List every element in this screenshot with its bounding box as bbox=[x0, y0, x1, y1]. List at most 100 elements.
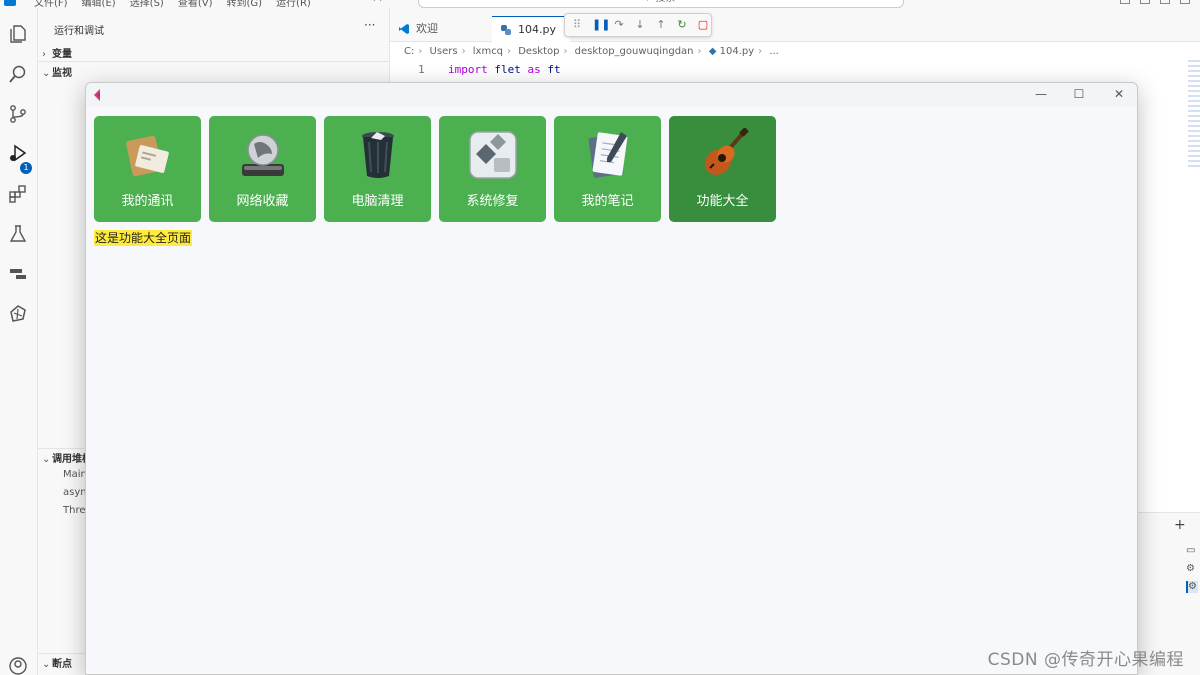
tile-pc-cleanup[interactable]: 电脑清理 bbox=[324, 116, 431, 222]
menu-view[interactable]: 查看(V) bbox=[178, 0, 213, 8]
breadcrumb-item[interactable]: Desktop bbox=[518, 46, 559, 57]
step-out-icon[interactable]: ↑ bbox=[655, 19, 667, 31]
drag-handle-icon[interactable]: ⠿ bbox=[571, 19, 583, 31]
chevron-down-icon: ⌄ bbox=[42, 659, 51, 670]
app-title-bar[interactable]: — ☐ ✕ bbox=[86, 83, 1137, 107]
guitar-icon bbox=[704, 128, 749, 175]
menu-bar: 文件(F) 编辑(E) 选择(S) 查看(V) 转到(G) 运行(R) ‹ › … bbox=[0, 0, 1200, 8]
step-into-icon[interactable]: ↓ bbox=[634, 19, 646, 31]
csdn-watermark: CSDN @传奇开心果编程 bbox=[987, 650, 1184, 670]
menu-selection[interactable]: 选择(S) bbox=[130, 0, 164, 8]
tile-network-favorites[interactable]: 网络收藏 bbox=[209, 116, 316, 222]
minimap[interactable] bbox=[1188, 60, 1200, 170]
section-watch[interactable]: ⌄ 监视 bbox=[42, 64, 72, 79]
activity-bar: 1 bbox=[0, 8, 38, 675]
tab-welcome-label: 欢迎 bbox=[416, 22, 438, 35]
code-keyword: as bbox=[527, 63, 541, 76]
menu-edit[interactable]: 编辑(E) bbox=[82, 0, 116, 8]
breadcrumb-item[interactable]: ... bbox=[769, 46, 779, 57]
close-button[interactable]: ✕ bbox=[1112, 87, 1126, 101]
breadcrumb-item[interactable]: C: bbox=[404, 46, 414, 57]
layout-controls bbox=[1120, 0, 1190, 4]
callstack-item[interactable]: asyn bbox=[63, 487, 87, 498]
section-breakpoints[interactable]: ⌄ 断点 bbox=[42, 655, 72, 670]
notebook-icon bbox=[588, 132, 628, 178]
minimize-button[interactable]: — bbox=[1034, 87, 1048, 101]
section-variables[interactable]: › 变量 bbox=[42, 45, 72, 60]
tile-label: 我的笔记 bbox=[581, 194, 634, 209]
tile-label: 功能大全 bbox=[696, 194, 749, 209]
step-over-icon[interactable]: ↷ bbox=[613, 19, 625, 31]
breadcrumb-item[interactable]: 104.py bbox=[720, 46, 755, 57]
sidebar-title: 运行和调试 bbox=[54, 26, 104, 37]
callstack-item[interactable]: Main bbox=[63, 469, 87, 480]
search-icon[interactable] bbox=[8, 64, 28, 84]
code-text: import flet as ft bbox=[448, 63, 561, 76]
chevron-right-icon: › bbox=[42, 49, 46, 60]
new-terminal-button[interactable]: + bbox=[1174, 517, 1186, 533]
tile-system-repair[interactable]: 系统修复 bbox=[439, 116, 546, 222]
testing-flask-icon[interactable] bbox=[8, 224, 28, 244]
menu-file[interactable]: 文件(F) bbox=[34, 0, 68, 8]
breadcrumb-item[interactable]: lxmcq bbox=[473, 46, 503, 57]
nav-arrows-icon[interactable]: ‹ › bbox=[372, 0, 383, 5]
line-number: 1 bbox=[418, 63, 425, 76]
breadcrumb-item[interactable]: Users bbox=[430, 46, 458, 57]
address-book-icon bbox=[126, 135, 169, 177]
tile-label: 系统修复 bbox=[466, 194, 519, 209]
debug-badge: 1 bbox=[20, 162, 32, 174]
vscode-logo-icon bbox=[4, 0, 16, 6]
tab-104-py-label: 104.py bbox=[518, 23, 556, 36]
code-module: flet bbox=[494, 63, 521, 76]
callstack-item[interactable]: Thre bbox=[63, 505, 86, 516]
menu-run[interactable]: 运行(R) bbox=[276, 0, 311, 8]
terminal-icon[interactable]: ▭ bbox=[1186, 545, 1198, 557]
layout-toggle-icon[interactable] bbox=[1140, 0, 1150, 4]
window-close-icon[interactable] bbox=[1180, 0, 1190, 4]
breadcrumb-chevron-icon: › bbox=[697, 46, 702, 57]
feature-tiles: 我的通讯 网络收藏 电脑清理 系统修复 我的笔记 功能大全 bbox=[94, 116, 776, 222]
page-content-text: 这是功能大全页面 bbox=[94, 230, 193, 246]
tile-label: 我的通讯 bbox=[121, 194, 174, 209]
source-control-icon[interactable] bbox=[8, 104, 28, 124]
section-variables-label: 变量 bbox=[52, 49, 72, 60]
tab-welcome[interactable]: 欢迎 bbox=[390, 16, 490, 42]
extension-star-icon[interactable] bbox=[8, 304, 28, 324]
breadcrumb-item[interactable]: desktop_gouwuqingdan bbox=[575, 46, 694, 57]
tile-label: 电脑清理 bbox=[351, 194, 404, 209]
breadcrumb-chevron-icon: › bbox=[563, 46, 568, 57]
explorer-icon[interactable] bbox=[8, 24, 28, 44]
breadcrumb-chevron-icon: › bbox=[758, 46, 763, 57]
python-file-icon: ◆ bbox=[708, 46, 717, 57]
more-actions-icon[interactable]: ··· bbox=[364, 18, 375, 32]
pause-icon[interactable]: ❚❚ bbox=[592, 19, 610, 31]
extensions-icon[interactable] bbox=[8, 184, 28, 204]
menu-go[interactable]: 转到(G) bbox=[227, 0, 263, 8]
breadcrumb: C: › Users › lxmcq › Desktop › desktop_gouwu… bbox=[404, 46, 779, 57]
section-breakpoints-label: 断点 bbox=[52, 659, 72, 670]
remote-explorer-icon[interactable] bbox=[8, 264, 28, 284]
command-search-box[interactable]: ⌕ 搜索 bbox=[418, 0, 904, 8]
vscode-logo-icon bbox=[399, 24, 409, 34]
tile-all-features[interactable]: 功能大全 bbox=[669, 116, 776, 222]
window-restore-icon[interactable] bbox=[1160, 0, 1170, 4]
restart-icon[interactable]: ↻ bbox=[676, 19, 688, 31]
code-keyword: import bbox=[448, 63, 488, 76]
section-watch-label: 监视 bbox=[52, 68, 72, 79]
tile-my-notes[interactable]: 我的笔记 bbox=[554, 116, 661, 222]
account-icon[interactable] bbox=[8, 656, 28, 675]
debug-console-icon[interactable]: ⚙ bbox=[1186, 581, 1198, 593]
chevron-down-icon: ⌄ bbox=[42, 454, 51, 465]
tile-contacts[interactable]: 我的通讯 bbox=[94, 116, 201, 222]
tab-104-py[interactable]: 104.py bbox=[492, 16, 570, 42]
editor-tab-bar: 欢迎 104.py bbox=[390, 8, 1200, 42]
stop-icon[interactable]: ▢ bbox=[697, 19, 709, 31]
menu-items: 文件(F) 编辑(E) 选择(S) 查看(V) 转到(G) 运行(R) bbox=[34, 0, 311, 8]
maximize-button[interactable]: ☐ bbox=[1072, 87, 1086, 101]
run-debug-icon[interactable] bbox=[8, 144, 28, 164]
breadcrumb-chevron-icon: › bbox=[461, 46, 466, 57]
debug-console-icon[interactable]: ⚙ bbox=[1186, 563, 1198, 575]
layout-toggle-icon[interactable] bbox=[1120, 0, 1130, 4]
system-repair-icon bbox=[469, 131, 517, 179]
code-line[interactable]: 1 import flet as ft bbox=[390, 60, 1190, 80]
